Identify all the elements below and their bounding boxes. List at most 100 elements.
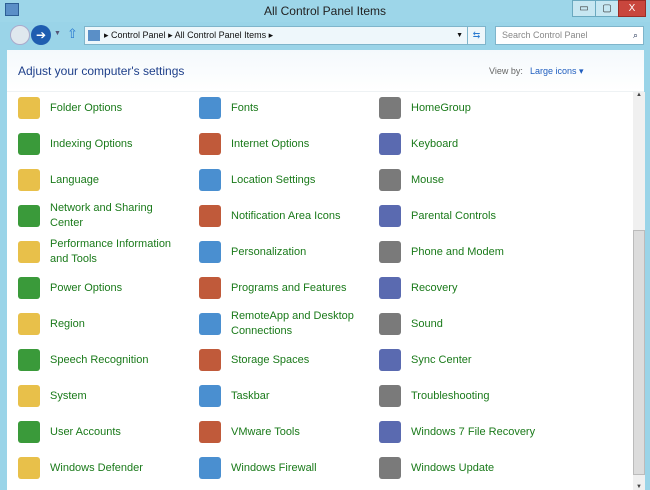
control-panel-item[interactable]: System bbox=[18, 379, 188, 413]
item-label: Windows Defender bbox=[50, 461, 143, 474]
control-panel-item[interactable]: Sync Center bbox=[379, 343, 549, 377]
user-accounts-icon bbox=[18, 421, 40, 443]
item-label: VMware Tools bbox=[231, 425, 300, 438]
mouse-icon bbox=[379, 169, 401, 191]
control-panel-item[interactable]: Sound bbox=[379, 307, 549, 341]
search-input[interactable]: Search Control Panel ⌕ bbox=[495, 26, 644, 45]
parental-controls-icon bbox=[379, 205, 401, 227]
view-by-dropdown[interactable]: Large icons ▾ bbox=[530, 66, 584, 77]
fonts-icon bbox=[199, 97, 221, 119]
item-label: HomeGroup bbox=[411, 101, 471, 114]
control-panel-item[interactable]: Internet Options bbox=[199, 127, 369, 161]
programs-and-features-icon bbox=[199, 277, 221, 299]
content-area: Adjust your computer's settings View by:… bbox=[7, 50, 645, 490]
notification-area-icons-icon bbox=[199, 205, 221, 227]
control-panel-item[interactable]: Language bbox=[18, 163, 188, 197]
item-label: Keyboard bbox=[411, 137, 459, 150]
windows-update-icon bbox=[379, 457, 401, 479]
storage-spaces-icon bbox=[199, 349, 221, 371]
control-panel-item[interactable]: Windows 7 File Recovery bbox=[379, 415, 549, 449]
forward-button[interactable]: ➔ bbox=[31, 25, 51, 45]
item-label: Mouse bbox=[411, 173, 445, 186]
control-panel-item[interactable]: HomeGroup bbox=[379, 91, 549, 125]
personalization-icon bbox=[199, 241, 221, 263]
scroll-down-arrow[interactable]: ▼ bbox=[633, 484, 645, 490]
item-label: Region bbox=[50, 317, 85, 330]
vertical-scrollbar[interactable]: ▲ ▼ bbox=[633, 92, 645, 490]
content-header: Adjust your computer's settings View by:… bbox=[7, 50, 644, 92]
power-options-icon bbox=[18, 277, 40, 299]
control-panel-item[interactable]: Location Settings bbox=[199, 163, 369, 197]
breadcrumb-all-items[interactable]: All Control Panel Items bbox=[175, 30, 267, 40]
window-title: All Control Panel Items bbox=[263, 4, 387, 18]
control-panel-item[interactable]: Network and Sharing Center bbox=[18, 199, 188, 233]
title-bar: All Control Panel Items ▭ ▢ X bbox=[0, 0, 650, 22]
item-label: Recovery bbox=[411, 281, 458, 294]
control-panel-item[interactable]: Troubleshooting bbox=[379, 379, 549, 413]
control-panel-item[interactable]: RemoteApp and Desktop Connections bbox=[199, 307, 369, 341]
item-label: Windows Firewall bbox=[231, 461, 317, 474]
control-panel-item[interactable]: Personalization bbox=[199, 235, 369, 269]
control-panel-item[interactable]: VMware Tools bbox=[199, 415, 369, 449]
close-button[interactable]: X bbox=[618, 0, 646, 17]
search-icon[interactable]: ⌕ bbox=[633, 27, 638, 44]
control-panel-item[interactable]: Windows Defender bbox=[18, 451, 188, 485]
control-panel-item[interactable]: Windows Update bbox=[379, 451, 549, 485]
minimize-button[interactable]: ▭ bbox=[572, 0, 596, 17]
control-panel-item[interactable]: Recovery bbox=[379, 271, 549, 305]
control-panel-item[interactable]: Speech Recognition bbox=[18, 343, 188, 377]
item-label: Folder Options bbox=[50, 101, 123, 114]
item-label: Personalization bbox=[231, 245, 307, 258]
windows-defender-icon bbox=[18, 457, 40, 479]
sound-icon bbox=[379, 313, 401, 335]
item-label: Indexing Options bbox=[50, 137, 133, 150]
maximize-button[interactable]: ▢ bbox=[595, 0, 619, 17]
breadcrumb-control-panel[interactable]: Control Panel bbox=[111, 30, 166, 40]
recovery-icon bbox=[379, 277, 401, 299]
view-by-value: Large icons bbox=[530, 66, 577, 76]
control-panel-item[interactable]: Mouse bbox=[379, 163, 549, 197]
folder-options-icon bbox=[18, 97, 40, 119]
location-settings-icon bbox=[199, 169, 221, 191]
taskbar-icon bbox=[199, 385, 221, 407]
system-icon bbox=[18, 385, 40, 407]
item-label: Speech Recognition bbox=[50, 353, 149, 366]
item-label: Fonts bbox=[231, 101, 259, 114]
control-panel-item[interactable]: Storage Spaces bbox=[199, 343, 369, 377]
refresh-icon[interactable]: ⇆ bbox=[467, 26, 486, 45]
windows-firewall-icon bbox=[199, 457, 221, 479]
control-panel-item[interactable]: Programs and Features bbox=[199, 271, 369, 305]
item-label: Notification Area Icons bbox=[231, 209, 341, 222]
control-panel-item[interactable]: Region bbox=[18, 307, 188, 341]
control-panel-item[interactable]: User Accounts bbox=[18, 415, 188, 449]
control-panel-item[interactable]: Parental Controls bbox=[379, 199, 549, 233]
troubleshooting-icon bbox=[379, 385, 401, 407]
control-panel-icon bbox=[88, 30, 100, 41]
control-panel-item[interactable]: Keyboard bbox=[379, 127, 549, 161]
control-panel-item[interactable]: Power Options bbox=[18, 271, 188, 305]
view-by-label: View by: bbox=[489, 66, 523, 76]
remoteapp-and-desktop-connections-icon bbox=[199, 313, 221, 335]
back-button[interactable] bbox=[10, 25, 30, 45]
control-panel-item[interactable]: Notification Area Icons bbox=[199, 199, 369, 233]
scroll-thumb[interactable] bbox=[633, 230, 645, 475]
item-label: Storage Spaces bbox=[231, 353, 310, 366]
up-button[interactable]: ⇧ bbox=[67, 26, 78, 42]
item-label: Troubleshooting bbox=[411, 389, 490, 402]
item-label: Location Settings bbox=[231, 173, 316, 186]
keyboard-icon bbox=[379, 133, 401, 155]
control-panel-item[interactable]: Phone and Modem bbox=[379, 235, 549, 269]
page-title: Adjust your computer's settings bbox=[18, 64, 185, 78]
recent-pages-icon[interactable]: ▼ bbox=[54, 30, 61, 37]
control-panel-item[interactable]: Performance Information and Tools bbox=[18, 235, 188, 269]
control-panel-item[interactable]: Windows Firewall bbox=[199, 451, 369, 485]
phone-and-modem-icon bbox=[379, 241, 401, 263]
scroll-up-arrow[interactable]: ▲ bbox=[633, 92, 645, 98]
address-dropdown-icon[interactable]: ▼ bbox=[456, 27, 463, 44]
item-label: Windows 7 File Recovery bbox=[411, 425, 536, 438]
control-panel-item[interactable]: Fonts bbox=[199, 91, 369, 125]
control-panel-item[interactable]: Indexing Options bbox=[18, 127, 188, 161]
control-panel-item[interactable]: Taskbar bbox=[199, 379, 369, 413]
address-bar[interactable]: ▸ Control Panel ▸ All Control Panel Item… bbox=[84, 26, 486, 45]
control-panel-item[interactable]: Folder Options bbox=[18, 91, 188, 125]
